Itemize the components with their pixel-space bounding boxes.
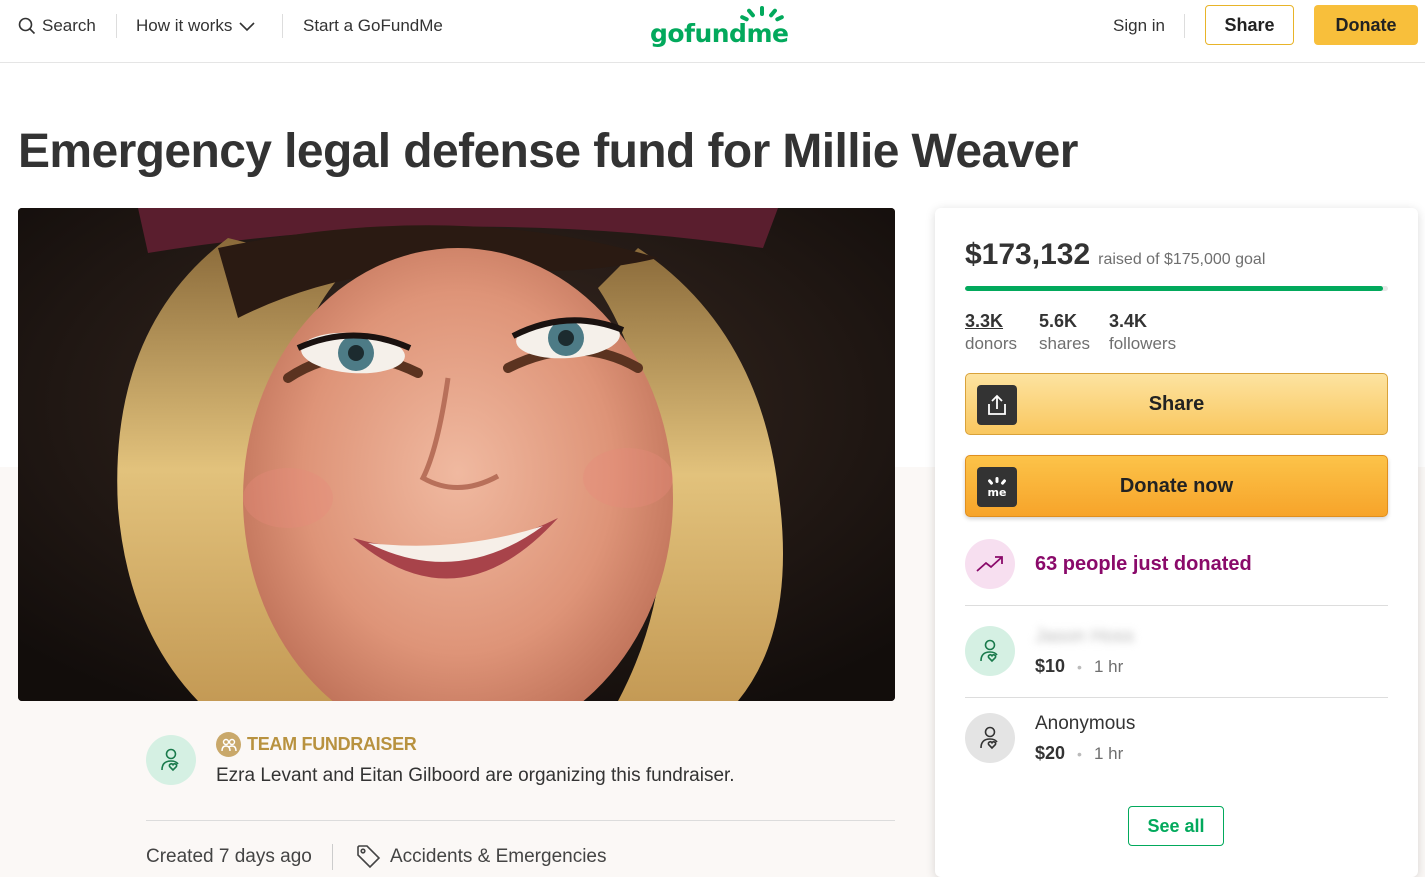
how-it-works-label: How it works (136, 16, 233, 35)
divider (965, 605, 1388, 606)
search-link[interactable]: Search (18, 0, 96, 52)
heart-hand-icon (980, 726, 998, 750)
gofundme-me-icon: me (977, 467, 1017, 507)
stat-value: 3.4K (1109, 311, 1148, 331)
recent-donations-summary: 63 people just donated (965, 539, 1252, 589)
created-date: Created 7 days ago (146, 846, 312, 867)
stat-donors[interactable]: 3.3K donors (965, 311, 1017, 354)
donation-amount: $10 (1035, 656, 1066, 676)
raised-amount: $173,132 (965, 238, 1091, 271)
stat-label: donors (965, 334, 1017, 353)
progress-fill (965, 286, 1384, 291)
organizer-text: Ezra Levant and Eitan Gilboord are organ… (216, 765, 735, 786)
portrait-photo (18, 208, 895, 701)
nav-divider (116, 14, 117, 38)
chevron-down-icon (239, 22, 255, 32)
header-donate-button[interactable]: Donate (1314, 5, 1418, 45)
donation-item: Jason Hoss $10 • 1 hr (965, 626, 1134, 677)
raised-goal: raised of $175,000 goal (1098, 251, 1266, 268)
top-nav: Search How it works Start a GoFundMe gof… (0, 0, 1425, 63)
stat-label: shares (1039, 334, 1091, 353)
donor-avatar (965, 713, 1015, 763)
separator-dot: • (1077, 658, 1082, 675)
heart-hand-icon (980, 639, 998, 663)
team-fundraiser-label: TEAM FUNDRAISER (247, 734, 417, 754)
progress-bar (965, 286, 1388, 291)
donate-now-label: Donate now (1119, 474, 1234, 497)
donor-name: Jason Hoss (1035, 626, 1135, 647)
heart-hand-icon (161, 748, 179, 772)
share-button-label: Share (1148, 392, 1205, 415)
header-share-button[interactable]: Share (1205, 5, 1294, 45)
separator-dot: • (1077, 745, 1082, 762)
svg-text:me: me (988, 486, 1007, 499)
donation-time: 1 hr (1093, 656, 1124, 676)
stat-value: 5.6K (1039, 311, 1078, 331)
logo-sprout-icon (740, 6, 784, 22)
donation-item: Anonymous $20 • 1 hr (965, 713, 1135, 764)
raised-summary: $173,132 raised of $175,000 goal (965, 238, 1265, 272)
just-donated-text: 63 people just donated (1035, 552, 1252, 575)
stat-shares: 5.6K shares (1039, 311, 1090, 354)
nav-divider (282, 14, 283, 38)
donation-amount: $20 (1035, 743, 1066, 763)
trend-circle (965, 539, 1015, 589)
organizer-avatar (146, 735, 196, 785)
gofundme-logo[interactable]: gofundme (650, 6, 789, 48)
trending-up-icon (976, 556, 1003, 572)
stat-followers: 3.4K followers (1109, 311, 1176, 354)
team-icon (216, 732, 241, 757)
donor-avatar (965, 626, 1015, 676)
category-label: Accidents & Emergencies (390, 845, 607, 867)
search-label: Search (42, 16, 96, 35)
share-button[interactable]: Share (965, 373, 1388, 435)
donate-now-button[interactable]: me Donate now (965, 455, 1388, 517)
donation-card: $173,132 raised of $175,000 goal 3.3K do… (935, 208, 1418, 877)
start-gofundme-link[interactable]: Start a GoFundMe (303, 0, 443, 52)
campaign-title: Emergency legal defense fund for Millie … (18, 125, 1078, 178)
see-all-button[interactable]: See all (1128, 806, 1224, 846)
stat-label: followers (1109, 334, 1177, 353)
donation-time: 1 hr (1093, 743, 1124, 763)
sign-in-link[interactable]: Sign in (1113, 0, 1165, 52)
nav-divider (1184, 14, 1185, 38)
share-upload-icon (977, 385, 1017, 425)
team-fundraiser-badge: TEAM FUNDRAISER (216, 732, 417, 757)
how-it-works-menu[interactable]: How it works (136, 0, 256, 52)
meta-divider (332, 844, 333, 870)
category-link[interactable]: Accidents & Emergencies (355, 843, 607, 870)
sign-in-label: Sign in (1113, 16, 1165, 35)
stat-value: 3.3K (965, 311, 1004, 331)
start-label: Start a GoFundMe (303, 16, 443, 35)
campaign-hero-image[interactable] (18, 208, 895, 701)
donor-name: Anonymous (1035, 713, 1136, 734)
divider (146, 820, 895, 821)
divider (965, 697, 1388, 698)
tag-icon (357, 845, 381, 869)
search-icon (18, 17, 36, 35)
